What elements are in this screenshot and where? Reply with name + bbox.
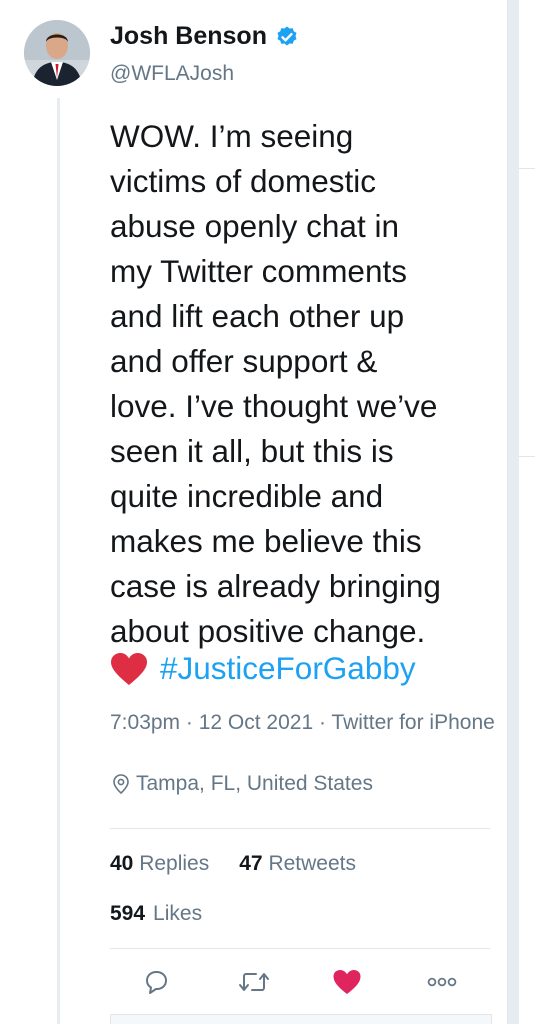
replies-stat[interactable]: 40 Replies: [110, 852, 209, 876]
reply-button[interactable]: [140, 968, 172, 1000]
tweet-timestamp-source[interactable]: 7:03pm · 12 Oct 2021 · Twitter for iPhon…: [110, 708, 502, 738]
likes-stat[interactable]: 594 Likes: [110, 902, 202, 926]
tweet-text-tail: #JusticeForGabby: [110, 646, 416, 691]
tweet-card: Josh Benson @WFLAJosh WOW. I’m seeing vi…: [0, 0, 508, 1024]
like-button[interactable]: [331, 968, 363, 1000]
hashtag-link[interactable]: #JusticeForGabby: [160, 646, 416, 691]
tweet-text: WOW. I’m seeing victims of domestic abus…: [110, 118, 441, 649]
divider: [110, 948, 490, 949]
reply-composer-edge: [110, 1014, 492, 1024]
heart-icon: [332, 968, 362, 1001]
retweet-button[interactable]: [238, 968, 270, 1000]
more-button[interactable]: [426, 968, 458, 1000]
retweets-count: 47: [239, 852, 263, 875]
likes-count: 594: [110, 902, 146, 925]
retweet-icon: [238, 967, 270, 1002]
adjacent-column-divider: [519, 168, 535, 169]
tweet-location[interactable]: Tampa, FL, United States: [110, 772, 373, 796]
adjacent-column: [519, 0, 535, 1024]
adjacent-column-divider: [519, 456, 535, 457]
retweets-stat[interactable]: 47 Retweets: [239, 852, 356, 876]
replies-label: Replies: [139, 852, 210, 875]
thread-line: [57, 98, 60, 1024]
engagement-stats: 40 Replies 47 Retweets: [110, 852, 356, 876]
red-heart-emoji-icon: [110, 652, 148, 686]
verified-badge-icon: [275, 25, 299, 49]
retweets-label: Retweets: [268, 852, 356, 875]
avatar[interactable]: [24, 20, 90, 86]
display-name[interactable]: Josh Benson: [110, 22, 267, 51]
timeline-gutter: [507, 0, 519, 1024]
tweet-actions: [110, 964, 490, 1004]
divider: [110, 828, 490, 829]
replies-count: 40: [110, 852, 134, 875]
location-label: Tampa, FL, United States: [136, 772, 373, 795]
page: Josh Benson @WFLAJosh WOW. I’m seeing vi…: [0, 0, 535, 1024]
author-name-row[interactable]: Josh Benson: [110, 22, 299, 51]
more-icon: [426, 975, 458, 993]
reply-icon: [141, 967, 171, 1002]
location-pin-icon: [110, 773, 132, 795]
likes-label: Likes: [153, 902, 203, 925]
author-handle[interactable]: @WFLAJosh: [110, 62, 234, 86]
